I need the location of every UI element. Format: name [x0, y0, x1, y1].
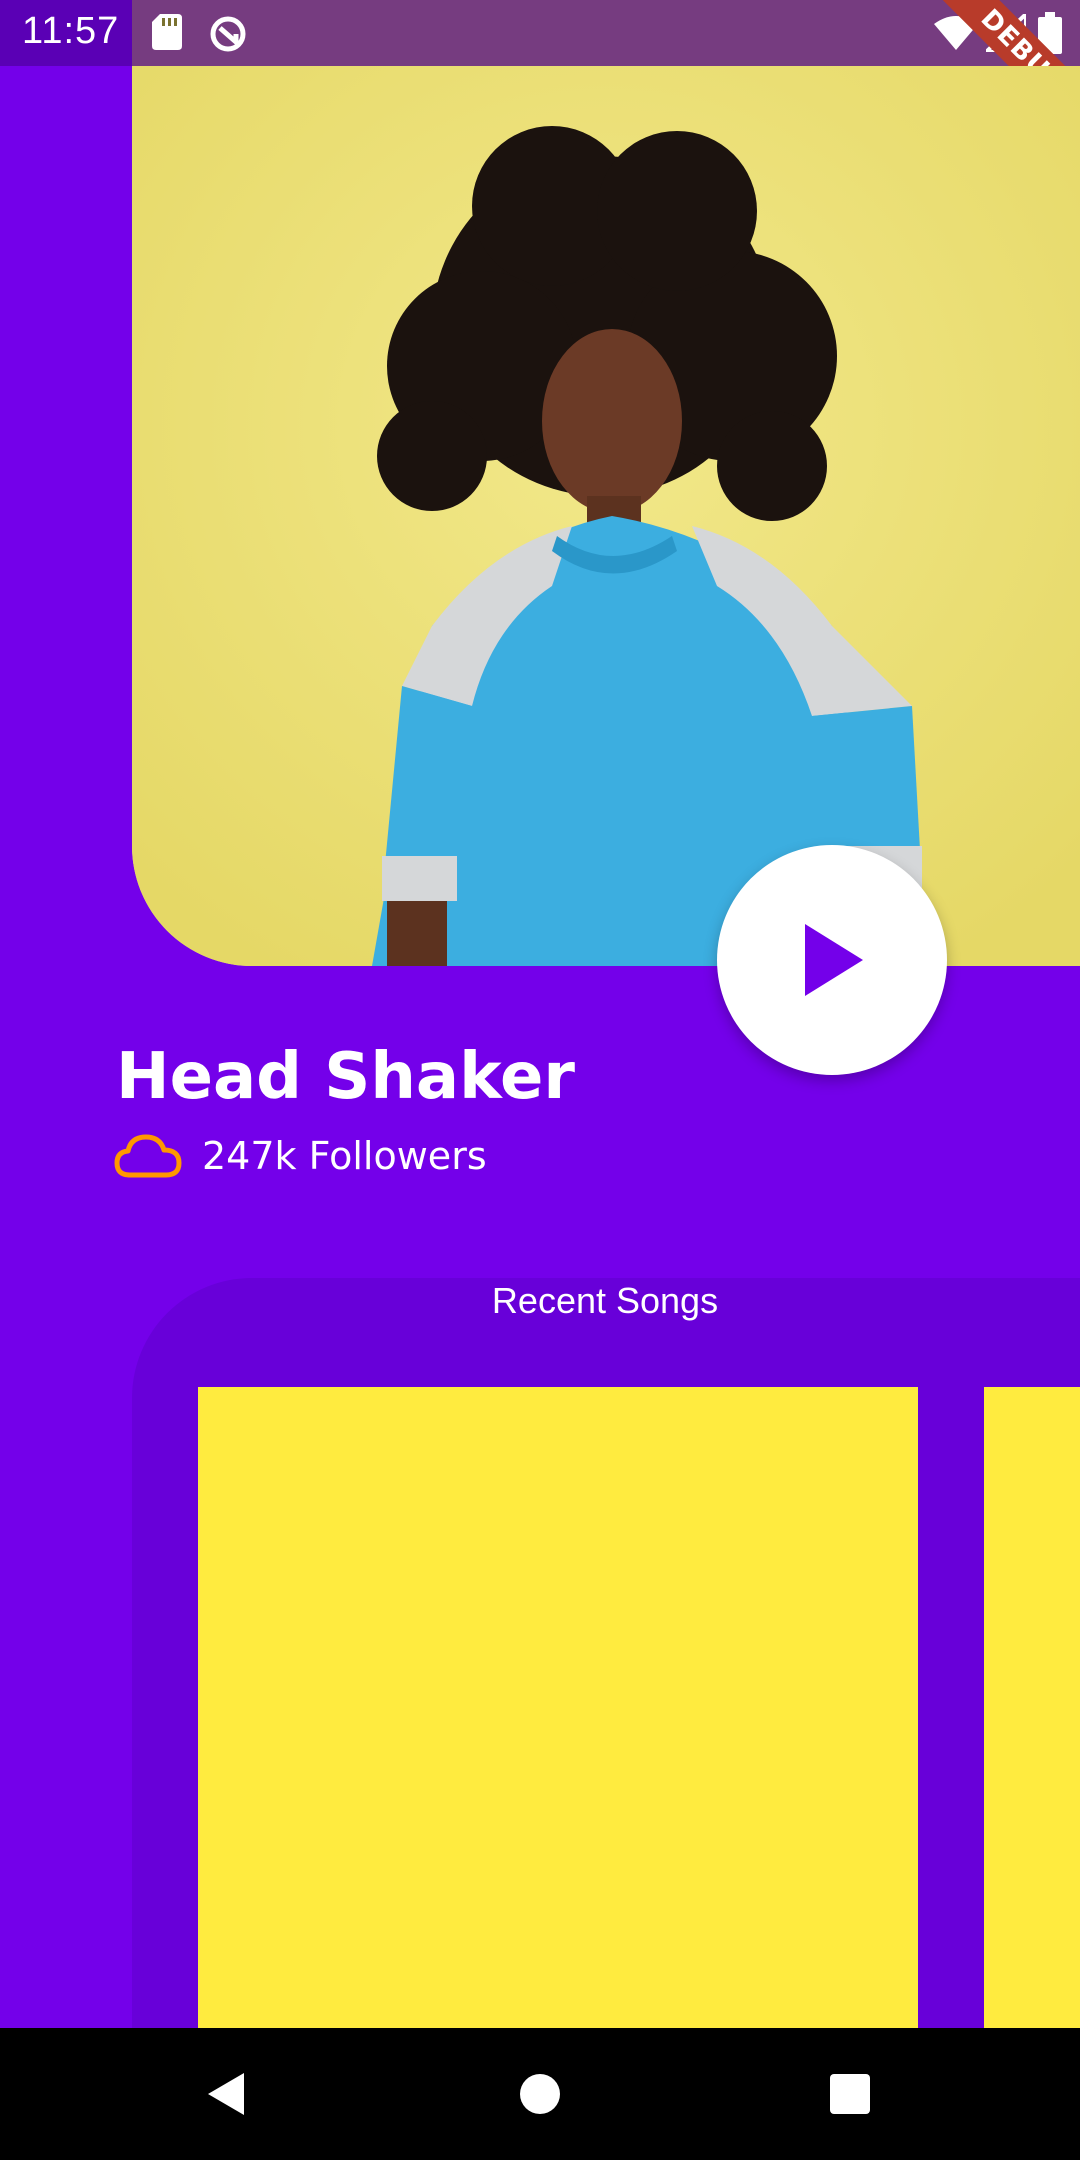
home-button[interactable] — [474, 2028, 606, 2160]
recents-button[interactable] — [784, 2028, 916, 2160]
status-bar: 11:57 — [0, 0, 1080, 66]
sync-icon — [208, 14, 248, 59]
artist-photo — [132, 66, 1080, 966]
play-button[interactable] — [717, 845, 947, 1075]
followers-count: 247k Followers — [202, 1134, 487, 1178]
back-icon — [208, 2073, 244, 2115]
song-card[interactable] — [984, 1387, 1080, 2030]
recent-songs-title: Recent Songs — [491, 1280, 719, 1321]
recents-icon — [830, 2074, 870, 2114]
song-card[interactable] — [198, 1387, 918, 2030]
back-button[interactable] — [160, 2028, 292, 2160]
artist-name: Head Shaker — [116, 1040, 575, 1114]
navigation-bar — [0, 2028, 1080, 2160]
home-icon — [520, 2074, 560, 2114]
play-icon — [805, 924, 863, 996]
followers-row: 247k Followers — [114, 1128, 487, 1184]
cloud-icon — [114, 1134, 182, 1178]
sd-card-icon — [152, 14, 182, 55]
status-time: 11:57 — [22, 10, 120, 52]
